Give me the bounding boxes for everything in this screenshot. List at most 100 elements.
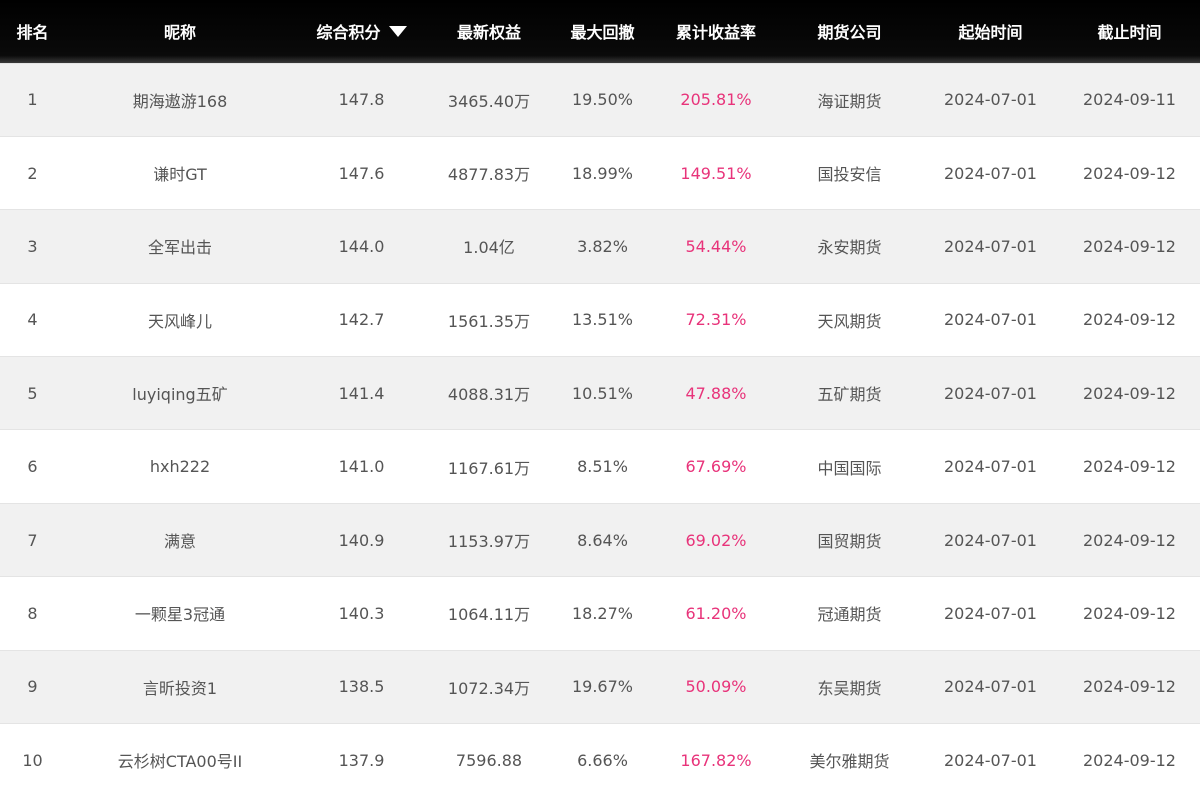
broker-cell: 中国国际: [817, 458, 882, 478]
end-date-cell: 2024-09-12: [1083, 383, 1176, 403]
table-body: 1 期海遨游168 147.8 3465.40万 19.50% 205.81% 海证期货 20…: [0, 63, 1200, 797]
max-drawdown-cell: 8.64%: [577, 530, 628, 550]
cum-return-cell: 149.51%: [680, 163, 752, 183]
equity-cell: 1064.11万: [447, 605, 531, 625]
score-cell: 144.0: [338, 236, 385, 256]
broker-cell: 海证期货: [817, 91, 882, 111]
cum-return-cell: 205.81%: [680, 90, 752, 110]
nickname-cell: 言昕投资1: [142, 678, 218, 698]
start-date-cell: 2024-07-01: [944, 310, 1037, 330]
rank-cell: 2: [27, 163, 38, 183]
column-header-score[interactable]: 综合积分: [295, 0, 428, 63]
equity-cell: 4877.83万: [447, 165, 531, 185]
max-drawdown-cell: 19.50%: [571, 90, 633, 110]
equity-cell: 7596.88: [455, 750, 523, 770]
column-header-broker: 期货公司: [817, 23, 882, 43]
rank-cell: 5: [27, 383, 38, 403]
score-cell: 140.3: [338, 603, 385, 623]
column-header-equity: 最新权益: [456, 23, 521, 43]
equity-cell: 3465.40万: [447, 91, 531, 111]
table-row[interactable]: 9 言昕投资1 138.5 1072.34万 19.67% 50.09% 东吴期货 2024-…: [0, 650, 1200, 724]
end-date-cell: 2024-09-12: [1083, 457, 1176, 477]
max-drawdown-cell: 13.51%: [571, 310, 633, 330]
end-date-cell: 2024-09-12: [1083, 236, 1176, 256]
start-date-cell: 2024-07-01: [944, 750, 1037, 770]
equity-cell: 1167.61万: [447, 458, 531, 478]
nickname-cell: luyiqing五矿: [132, 385, 228, 405]
table-row[interactable]: 7 满意 140.9 1153.97万 8.64% 69.02% 国贸期货 2024-07-0…: [0, 503, 1200, 577]
column-header-cum-return: 累计收益率: [675, 23, 756, 43]
nickname-cell: hxh222: [149, 457, 211, 477]
max-drawdown-cell: 18.99%: [571, 163, 633, 183]
start-date-cell: 2024-07-01: [944, 603, 1037, 623]
nickname-cell: 天风峰儿: [147, 311, 212, 331]
rank-cell: 4: [27, 310, 38, 330]
cum-return-cell: 54.44%: [685, 236, 747, 256]
nickname-cell: 期海遨游168: [132, 91, 228, 111]
table-row[interactable]: 10 云杉树CTA00号II 137.9 7596.88 6.66% 167.82% 美尔雅…: [0, 723, 1200, 797]
column-header-start: 起始时间: [958, 23, 1023, 43]
cum-return-cell: 47.88%: [685, 383, 747, 403]
cum-return-cell: 167.82%: [680, 750, 752, 770]
broker-cell: 天风期货: [817, 311, 882, 331]
column-header-rank: 排名: [16, 23, 49, 43]
score-cell: 147.8: [338, 90, 385, 110]
max-drawdown-cell: 19.67%: [571, 677, 633, 697]
table-row[interactable]: 6 hxh222 141.0 1167.61万 8.51% 67.69% 中国国际 2024-…: [0, 429, 1200, 504]
end-date-cell: 2024-09-12: [1083, 603, 1176, 623]
equity-cell: 1.04亿: [463, 238, 515, 258]
end-date-cell: 2024-09-12: [1083, 163, 1176, 183]
nickname-cell: 谦时GT: [153, 165, 207, 185]
column-header-end: 截止时间: [1097, 23, 1162, 43]
start-date-cell: 2024-07-01: [944, 677, 1037, 697]
score-cell: 142.7: [338, 310, 385, 330]
rank-cell: 3: [27, 236, 38, 256]
end-date-cell: 2024-09-12: [1083, 677, 1176, 697]
end-date-cell: 2024-09-11: [1083, 90, 1176, 110]
equity-cell: 1072.34万: [447, 678, 531, 698]
start-date-cell: 2024-07-01: [944, 530, 1037, 550]
table-row[interactable]: 8 一颗星3冠通 140.3 1064.11万 18.27% 61.20% 冠通期货 2024…: [0, 576, 1200, 651]
table-row[interactable]: 1 期海遨游168 147.8 3465.40万 19.50% 205.81% 海证期货 20…: [0, 63, 1200, 137]
score-cell: 147.6: [338, 163, 385, 183]
score-cell: 141.4: [338, 383, 385, 403]
start-date-cell: 2024-07-01: [944, 90, 1037, 110]
cum-return-cell: 61.20%: [685, 603, 747, 623]
nickname-cell: 一颗星3冠通: [134, 605, 226, 625]
column-header-score-label: 综合积分: [316, 23, 381, 43]
column-header-max-drawdown: 最大回撤: [570, 23, 635, 43]
max-drawdown-cell: 18.27%: [571, 603, 633, 623]
table-row[interactable]: 5 luyiqing五矿 141.4 4088.31万 10.51% 47.88% 五矿期货…: [0, 356, 1200, 430]
rank-cell: 10: [22, 750, 43, 770]
broker-cell: 国投安信: [817, 165, 882, 185]
score-cell: 140.9: [338, 530, 385, 550]
broker-cell: 五矿期货: [817, 385, 882, 405]
start-date-cell: 2024-07-01: [944, 457, 1037, 477]
max-drawdown-cell: 6.66%: [577, 750, 628, 770]
cum-return-cell: 50.09%: [685, 677, 747, 697]
table-row[interactable]: 4 天风峰儿 142.7 1561.35万 13.51% 72.31% 天风期货 2024-0…: [0, 283, 1200, 357]
table-row[interactable]: 3 全军出击 144.0 1.04亿 3.82% 54.44% 永安期货 2024-07-01…: [0, 209, 1200, 284]
equity-cell: 1561.35万: [447, 311, 531, 331]
rank-cell: 1: [27, 90, 38, 110]
rank-cell: 9: [27, 677, 38, 697]
table-row[interactable]: 2 谦时GT 147.6 4877.83万 18.99% 149.51% 国投安信 2024-…: [0, 136, 1200, 210]
start-date-cell: 2024-07-01: [944, 383, 1037, 403]
sort-down-icon[interactable]: [388, 26, 407, 38]
max-drawdown-cell: 8.51%: [577, 457, 628, 477]
end-date-cell: 2024-09-12: [1083, 530, 1176, 550]
ranking-table: 排名 昵称 综合积分 最新权益 最大回撤 累计收益率 期货公司 起始时间 截止时…: [0, 0, 1200, 797]
score-cell: 141.0: [338, 457, 385, 477]
max-drawdown-cell: 10.51%: [571, 383, 633, 403]
header-row: 排名 昵称 综合积分 最新权益 最大回撤 累计收益率 期货公司 起始时间 截止时…: [0, 0, 1200, 63]
nickname-cell: 满意: [163, 532, 196, 552]
broker-cell: 冠通期货: [817, 605, 882, 625]
broker-cell: 国贸期货: [817, 532, 882, 552]
equity-cell: 4088.31万: [447, 385, 531, 405]
start-date-cell: 2024-07-01: [944, 236, 1037, 256]
start-date-cell: 2024-07-01: [944, 163, 1037, 183]
end-date-cell: 2024-09-12: [1083, 750, 1176, 770]
score-cell: 138.5: [338, 677, 385, 697]
broker-cell: 永安期货: [817, 238, 882, 258]
cum-return-cell: 67.69%: [685, 457, 747, 477]
